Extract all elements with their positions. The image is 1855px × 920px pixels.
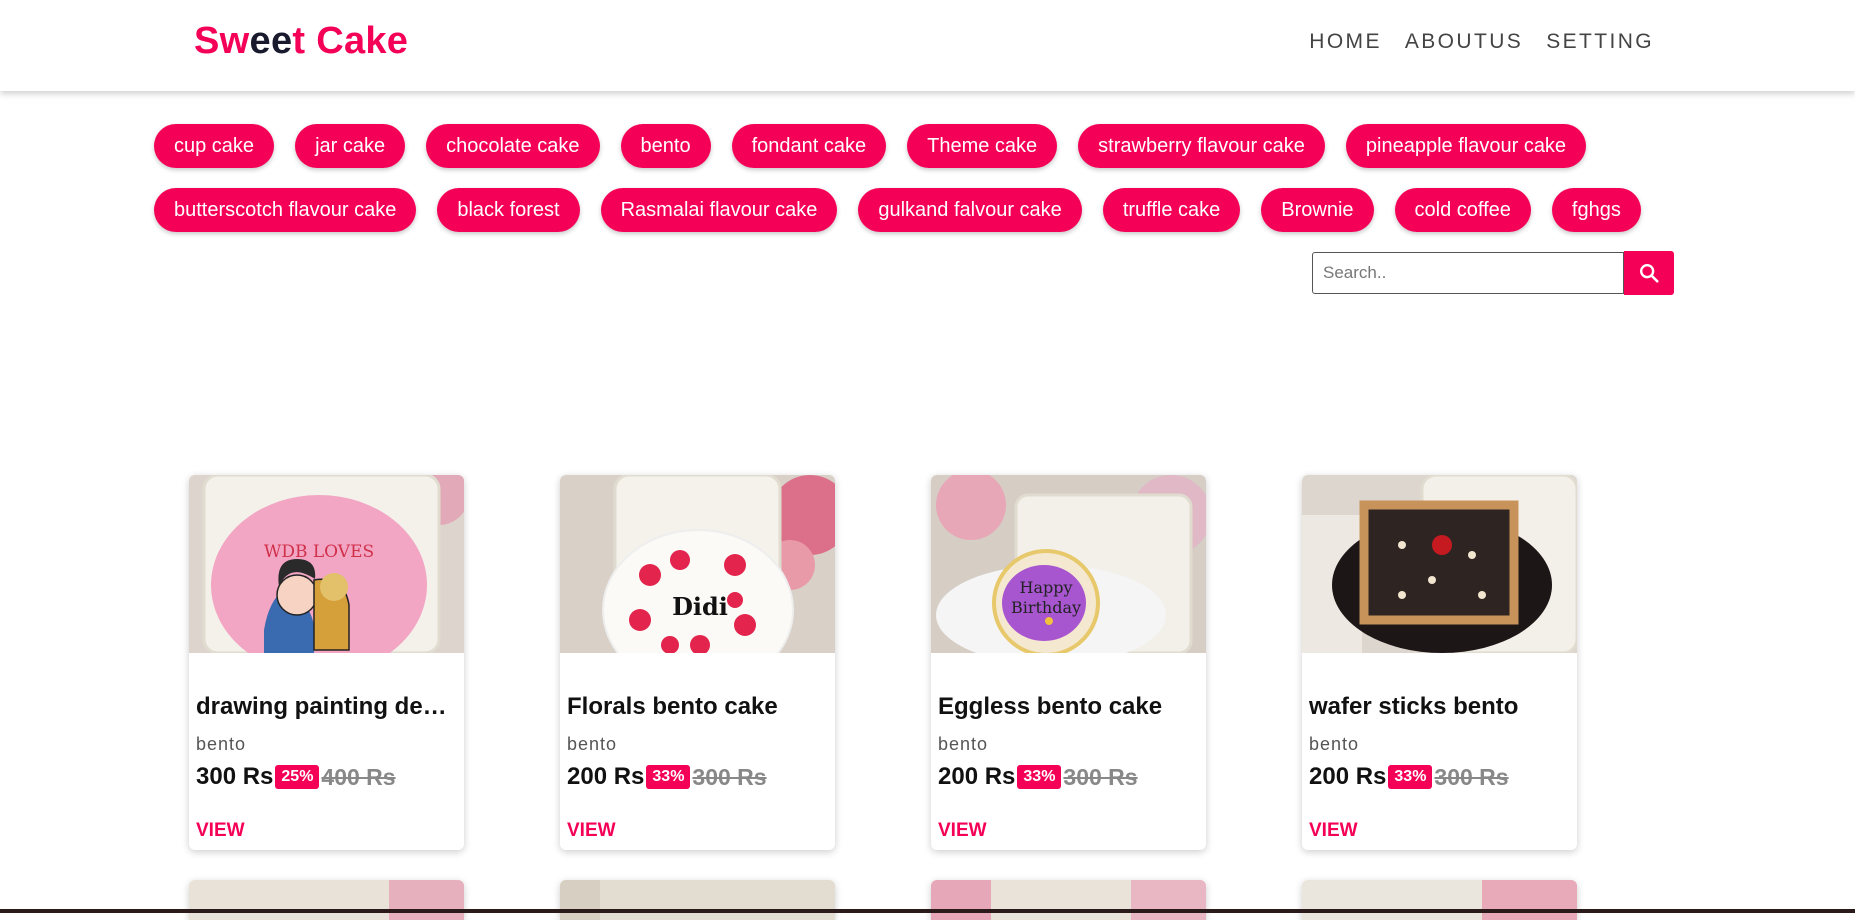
search-button[interactable] [1624, 251, 1674, 295]
product-card[interactable]: WDB LOVES drawing painting desi... bento… [189, 475, 464, 850]
chip-row-2: butterscotch flavour cake black forest R… [154, 188, 1714, 232]
logo-part-1: Sw [194, 20, 250, 62]
category-chip[interactable]: Brownie [1261, 188, 1374, 232]
product-price-row: 300 Rs 25% 400 Rs [196, 763, 396, 791]
discount-badge: 33% [1017, 765, 1062, 789]
logo[interactable]: Sweet Cake [194, 20, 408, 63]
product-grid-next-row [189, 880, 1577, 920]
nav-home[interactable]: HOME [1309, 30, 1382, 54]
product-category: bento [1309, 734, 1360, 754]
search-icon [1640, 264, 1659, 283]
category-chip[interactable]: bento [620, 124, 711, 168]
product-category: bento [938, 734, 989, 754]
product-card[interactable]: wafer sticks bento bento 200 Rs 33% 300 … [1302, 475, 1577, 850]
product-category: bento [567, 734, 618, 754]
product-image: WDB LOVES [189, 475, 464, 653]
chip-row-1: cup cake jar cake chocolate cake bento f… [154, 124, 1714, 168]
view-button[interactable]: VIEW [1309, 820, 1358, 842]
logo-part-3: t Cake [292, 20, 409, 62]
discount-badge: 33% [646, 765, 691, 789]
category-chip[interactable]: Rasmalai flavour cake [600, 188, 838, 232]
nav-setting[interactable]: SETTING [1546, 30, 1654, 54]
discount-badge: 25% [275, 765, 320, 789]
nav-aboutus[interactable]: ABOUTUS [1405, 30, 1523, 54]
cake-lettering-bottom: Birthday [1011, 598, 1081, 617]
cake-lettering-top: Happy [1019, 578, 1072, 597]
product-title: Eggless bento cake [938, 693, 1163, 720]
product-price-row: 200 Rs 33% 300 Rs [1309, 763, 1509, 791]
product-price: 200 Rs [567, 763, 645, 790]
product-price: 300 Rs [196, 763, 274, 790]
product-card[interactable]: Happy Birthday Eggless bento cake bento … [931, 475, 1206, 850]
discount-badge: 33% [1388, 765, 1433, 789]
category-chip[interactable]: black forest [437, 188, 580, 232]
category-chip[interactable]: Theme cake [907, 124, 1058, 168]
product-image: Didi [560, 475, 835, 653]
product-card-partial[interactable] [189, 880, 464, 920]
cake-lettering: Didi [672, 592, 728, 621]
original-price: 300 Rs [1063, 763, 1138, 790]
category-chip[interactable]: jar cake [295, 124, 406, 168]
category-chip[interactable]: fghgs [1551, 188, 1641, 232]
product-image [1302, 475, 1577, 653]
product-category: bento [196, 734, 247, 754]
product-grid: WDB LOVES drawing painting desi... bento… [189, 475, 1577, 850]
product-price: 200 Rs [938, 763, 1016, 790]
search-input[interactable] [1312, 252, 1624, 294]
product-price: 200 Rs [1309, 763, 1387, 790]
original-price: 300 Rs [1434, 763, 1509, 790]
cake-lettering: WDB LOVES [264, 542, 374, 562]
category-chips: cup cake jar cake chocolate cake bento f… [154, 124, 1714, 252]
logo-part-2: ee [249, 20, 293, 62]
category-chip[interactable]: cold coffee [1394, 188, 1531, 232]
product-card-partial[interactable] [931, 880, 1206, 920]
category-chip[interactable]: cup cake [154, 124, 275, 168]
product-card-partial[interactable] [560, 880, 835, 920]
category-chip[interactable]: strawberry flavour cake [1078, 124, 1325, 168]
view-button[interactable]: VIEW [938, 820, 987, 842]
category-chip[interactable]: gulkand falvour cake [858, 188, 1082, 232]
bottom-divider [0, 909, 1855, 913]
product-price-row: 200 Rs 33% 300 Rs [567, 763, 767, 791]
main-nav: HOME ABOUTUS SETTING [1309, 30, 1654, 54]
view-button[interactable]: VIEW [567, 820, 616, 842]
header: Sweet Cake HOME ABOUTUS SETTING [0, 0, 1855, 91]
category-chip[interactable]: truffle cake [1102, 188, 1241, 232]
original-price: 300 Rs [692, 763, 767, 790]
product-title: Florals bento cake [567, 693, 778, 720]
product-image: Happy Birthday [931, 475, 1206, 653]
product-title: wafer sticks bento [1309, 693, 1519, 720]
category-chip[interactable]: pineapple flavour cake [1345, 124, 1587, 168]
original-price: 400 Rs [321, 763, 396, 790]
category-chip[interactable]: butterscotch flavour cake [154, 188, 417, 232]
category-chip[interactable]: fondant cake [731, 124, 887, 168]
search-bar [1312, 251, 1674, 295]
view-button[interactable]: VIEW [196, 820, 245, 842]
category-chip[interactable]: chocolate cake [426, 124, 600, 168]
product-card[interactable]: Didi Florals bento cake bento 200 Rs 33%… [560, 475, 835, 850]
product-title: drawing painting desi... [196, 693, 458, 720]
product-price-row: 200 Rs 33% 300 Rs [938, 763, 1138, 791]
product-card-partial[interactable] [1302, 880, 1577, 920]
